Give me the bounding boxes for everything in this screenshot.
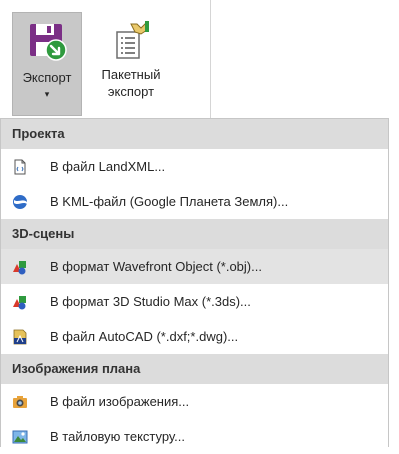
autocad-file-icon (12, 329, 28, 345)
export-label: Экспорт (22, 70, 72, 85)
menu-item-label: В формат 3D Studio Max (*.3ds)... (50, 294, 251, 309)
menu-item-wavefront-obj[interactable]: В формат Wavefront Object (*.obj)... (1, 249, 388, 284)
export-dropdown-menu: Проекта В файл LandXML... В KML-файл (Go… (0, 118, 389, 447)
menu-item-image-file[interactable]: В файл изображения... (1, 384, 388, 419)
3d-shapes-icon (12, 259, 28, 275)
menu-item-label: В формат Wavefront Object (*.obj)... (50, 259, 262, 274)
menu-item-autocad[interactable]: В файл AutoCAD (*.dxf;*.dwg)... (1, 319, 388, 354)
export-icon (30, 24, 67, 61)
globe-icon (12, 194, 28, 210)
menu-item-label: В файл LandXML... (50, 159, 166, 174)
section-header-plan-images: Изображения плана (1, 354, 388, 384)
batch-export-label-2: экспорт (107, 84, 155, 99)
section-header-3d-scenes: 3D-сцены (1, 219, 388, 249)
batch-export-button[interactable]: Пакетный экспорт (86, 12, 176, 116)
menu-item-label: В KML-файл (Google Планета Земля)... (50, 194, 289, 209)
menu-item-kml[interactable]: В KML-файл (Google Планета Земля)... (1, 184, 388, 219)
menu-item-label: В тайловую текстуру... (50, 429, 185, 444)
3d-shapes-icon (12, 294, 28, 310)
menu-item-label: В файл AutoCAD (*.dxf;*.dwg)... (50, 329, 239, 344)
export-button[interactable]: Экспорт ▾ (12, 12, 82, 116)
chevron-down-icon: ▾ (44, 89, 50, 99)
batch-export-label-1: Пакетный (101, 67, 161, 82)
camera-icon (12, 394, 28, 410)
picture-icon (12, 429, 28, 445)
batch-document-icon (116, 20, 149, 59)
menu-item-3ds[interactable]: В формат 3D Studio Max (*.3ds)... (1, 284, 388, 319)
ribbon-group: Экспорт ▾ Пакетный экспорт (0, 0, 211, 118)
landxml-file-icon (12, 159, 28, 175)
section-header-project: Проекта (1, 119, 388, 149)
menu-item-label: В файл изображения... (50, 394, 190, 409)
menu-item-landxml[interactable]: В файл LandXML... (1, 149, 388, 184)
menu-item-tile-texture[interactable]: В тайловую текстуру... (1, 419, 388, 454)
